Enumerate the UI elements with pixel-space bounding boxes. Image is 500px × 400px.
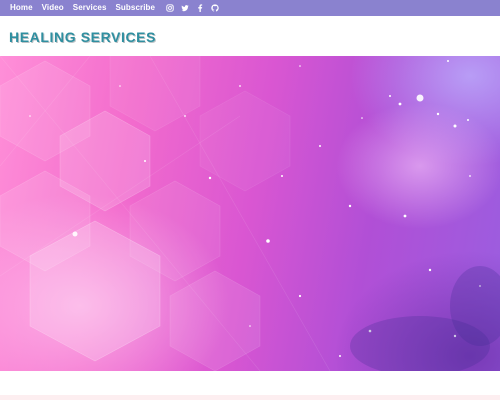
instagram-icon[interactable] bbox=[165, 4, 174, 13]
twitter-icon[interactable] bbox=[180, 4, 189, 13]
site-title[interactable]: HEALING SERVICES bbox=[9, 29, 156, 45]
social-links bbox=[165, 4, 225, 13]
nav-link-video[interactable]: Video bbox=[42, 0, 64, 16]
top-navigation-bar: Home Video Services Subscribe bbox=[0, 0, 500, 16]
nav-link-home[interactable]: Home bbox=[10, 0, 33, 16]
content-area bbox=[0, 371, 500, 395]
github-icon[interactable] bbox=[210, 4, 219, 13]
nav-link-subscribe[interactable]: Subscribe bbox=[116, 0, 156, 16]
facebook-icon[interactable] bbox=[195, 4, 204, 13]
main-nav: Home Video Services Subscribe bbox=[0, 0, 164, 16]
bottom-section-strip bbox=[0, 395, 500, 400]
nav-link-services[interactable]: Services bbox=[73, 0, 107, 16]
site-header: HEALING SERVICES bbox=[0, 16, 500, 56]
hero-cosmic-pattern bbox=[0, 56, 500, 371]
hero-image bbox=[0, 56, 500, 371]
